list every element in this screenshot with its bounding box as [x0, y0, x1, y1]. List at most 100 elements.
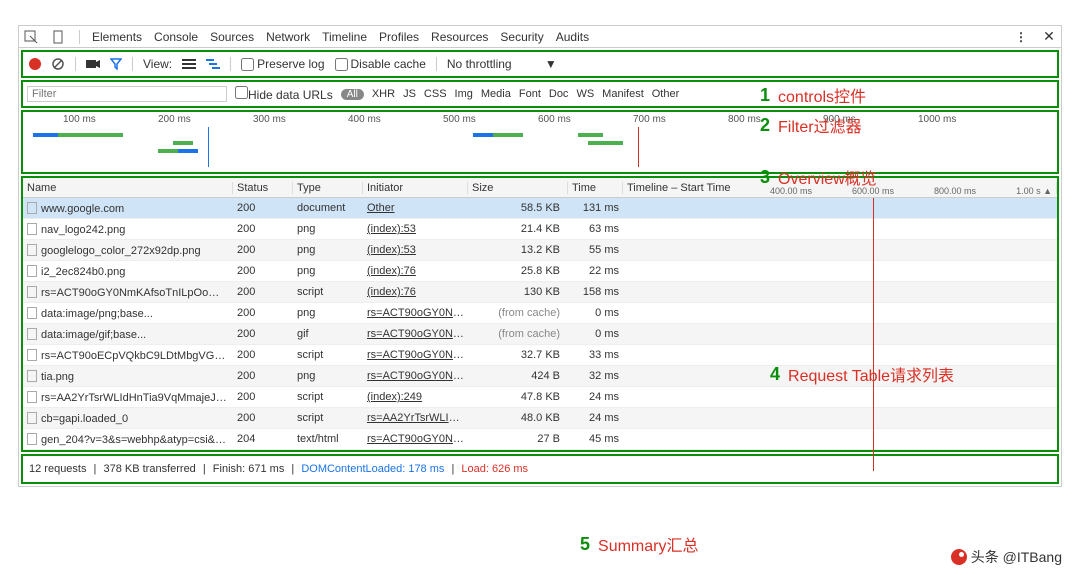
- file-icon: [27, 412, 37, 424]
- record-button[interactable]: [29, 58, 41, 70]
- table-row[interactable]: data:image/png;base...200pngrs=ACT90oGY0…: [23, 303, 1057, 324]
- filter-xhr[interactable]: XHR: [372, 88, 395, 100]
- menubar: Elements Console Sources Network Timelin…: [19, 26, 1061, 48]
- header-type[interactable]: Type: [293, 182, 363, 194]
- summary-transferred: 378 KB transferred: [103, 463, 195, 475]
- waterfall-icon[interactable]: [206, 59, 220, 69]
- file-icon: [27, 433, 37, 445]
- initiator-link[interactable]: rs=AA2YrTsrWLIdH...: [367, 412, 468, 424]
- overview-section: 100 ms200 ms300 ms400 ms500 ms600 ms700 …: [21, 110, 1059, 174]
- file-icon: [27, 307, 37, 319]
- file-icon: [27, 349, 37, 361]
- filter-other[interactable]: Other: [652, 88, 680, 100]
- header-time[interactable]: Time: [568, 182, 623, 194]
- file-icon: [27, 202, 37, 214]
- more-icon[interactable]: ⋮: [1013, 29, 1029, 45]
- initiator-link[interactable]: Other: [367, 202, 395, 214]
- filter-font[interactable]: Font: [519, 88, 541, 100]
- initiator-link[interactable]: rs=ACT90oGY0Nm...: [367, 328, 468, 340]
- overview-ticks: 100 ms200 ms300 ms400 ms500 ms600 ms700 …: [23, 114, 1057, 125]
- header-name[interactable]: Name: [23, 182, 233, 194]
- tab-elements[interactable]: Elements: [92, 30, 142, 44]
- table-row[interactable]: gen_204?v=3&s=webhp&atyp=csi&e...204text…: [23, 429, 1057, 450]
- tab-profiles[interactable]: Profiles: [379, 30, 419, 44]
- controls-section: View: Preserve log Disable cache No thro…: [21, 50, 1059, 78]
- summary-finish: Finish: 671 ms: [213, 463, 285, 475]
- network-toolbar: View: Preserve log Disable cache No thro…: [23, 52, 1057, 76]
- filter-css[interactable]: CSS: [424, 88, 447, 100]
- summary-dcl: DOMContentLoaded: 178 ms: [301, 463, 444, 475]
- table-body: www.google.com200documentOther58.5 KB131…: [23, 198, 1057, 450]
- request-table-section: Name Status Type Initiator Size Time Tim…: [21, 176, 1059, 452]
- filter-bar: Hide data URLs All XHR JS CSS Img Media …: [23, 82, 1057, 106]
- file-icon: [27, 328, 37, 340]
- summary-bar: 12 requests | 378 KB transferred | Finis…: [23, 456, 1057, 482]
- table-row[interactable]: www.google.com200documentOther58.5 KB131…: [23, 198, 1057, 219]
- initiator-link[interactable]: rs=ACT90oGY0Nm...: [367, 307, 468, 319]
- initiator-link[interactable]: (index):249: [367, 391, 422, 403]
- filter-media[interactable]: Media: [481, 88, 511, 100]
- overview-timeline[interactable]: 100 ms200 ms300 ms400 ms500 ms600 ms700 …: [23, 112, 1057, 172]
- table-row[interactable]: googlelogo_color_272x92dp.png200png(inde…: [23, 240, 1057, 261]
- header-initiator[interactable]: Initiator: [363, 182, 468, 194]
- table-row[interactable]: rs=ACT90oGY0NmKAfsoTnILpOoWvB...200scrip…: [23, 282, 1057, 303]
- tab-security[interactable]: Security: [500, 30, 543, 44]
- tab-resources[interactable]: Resources: [431, 30, 488, 44]
- file-icon: [27, 223, 37, 235]
- table-row[interactable]: data:image/gif;base...200gifrs=ACT90oGY0…: [23, 324, 1057, 345]
- preserve-log-checkbox[interactable]: Preserve log: [241, 57, 324, 71]
- annotation-controls: 1controls控件: [760, 83, 866, 107]
- initiator-link[interactable]: (index):76: [367, 265, 416, 277]
- clear-icon[interactable]: [51, 57, 65, 71]
- annotation-filter: 2Filter过滤器: [760, 113, 862, 137]
- initiator-link[interactable]: (index):53: [367, 244, 416, 256]
- header-size[interactable]: Size: [468, 182, 568, 194]
- filter-input[interactable]: [27, 86, 227, 102]
- table-row[interactable]: nav_logo242.png200png(index):5321.4 KB63…: [23, 219, 1057, 240]
- disable-cache-checkbox[interactable]: Disable cache: [335, 57, 426, 71]
- initiator-link[interactable]: (index):53: [367, 223, 416, 235]
- initiator-link[interactable]: rs=ACT90oGY0Nm...: [367, 370, 468, 382]
- filter-ws[interactable]: WS: [576, 88, 594, 100]
- hide-data-urls-checkbox[interactable]: Hide data URLs: [235, 86, 333, 102]
- table-row[interactable]: cb=gapi.loaded_0200scriptrs=AA2YrTsrWLId…: [23, 408, 1057, 429]
- filter-all[interactable]: All: [341, 89, 364, 100]
- tab-timeline[interactable]: Timeline: [322, 30, 367, 44]
- inspect-icon[interactable]: [23, 29, 39, 45]
- table-row[interactable]: rs=AA2YrTsrWLIdHnTia9VqMmajeJ95...200scr…: [23, 387, 1057, 408]
- tab-console[interactable]: Console: [154, 30, 198, 44]
- filter-doc[interactable]: Doc: [549, 88, 569, 100]
- large-rows-icon[interactable]: [182, 59, 196, 69]
- file-icon: [27, 286, 37, 298]
- annotation-request-table: 4Request Table请求列表: [770, 362, 954, 386]
- initiator-link[interactable]: rs=ACT90oGY0Nm...: [367, 433, 468, 445]
- summary-section: 12 requests | 378 KB transferred | Finis…: [21, 454, 1059, 484]
- tab-audits[interactable]: Audits: [556, 30, 589, 44]
- watermark: 头条 @ITBang: [951, 547, 1062, 567]
- close-icon[interactable]: ✕: [1041, 29, 1057, 45]
- table-header: Name Status Type Initiator Size Time Tim…: [23, 178, 1057, 198]
- filter-section: Hide data URLs All XHR JS CSS Img Media …: [21, 80, 1059, 108]
- initiator-link[interactable]: rs=ACT90oGY0Nm...: [367, 349, 468, 361]
- filter-icon[interactable]: [110, 58, 122, 70]
- tab-sources[interactable]: Sources: [210, 30, 254, 44]
- annotation-overview: 3Overview概览: [760, 165, 877, 189]
- watermark-logo-icon: [951, 549, 967, 565]
- camera-icon[interactable]: [86, 59, 100, 69]
- filter-manifest[interactable]: Manifest: [602, 88, 644, 100]
- initiator-link[interactable]: (index):76: [367, 286, 416, 298]
- filter-img[interactable]: Img: [455, 88, 473, 100]
- table-row[interactable]: i2_2ec824b0.png200png(index):7625.8 KB22…: [23, 261, 1057, 282]
- view-label: View:: [143, 57, 172, 71]
- devtools-window: Elements Console Sources Network Timelin…: [18, 25, 1062, 487]
- summary-load: Load: 626 ms: [461, 463, 528, 475]
- file-icon: [27, 391, 37, 403]
- summary-requests: 12 requests: [29, 463, 86, 475]
- throttling-select[interactable]: No throttling ▼: [447, 57, 557, 71]
- header-status[interactable]: Status: [233, 182, 293, 194]
- file-icon: [27, 370, 37, 382]
- tab-network[interactable]: Network: [266, 30, 310, 44]
- filter-js[interactable]: JS: [403, 88, 416, 100]
- device-icon[interactable]: [51, 29, 67, 45]
- file-icon: [27, 265, 37, 277]
